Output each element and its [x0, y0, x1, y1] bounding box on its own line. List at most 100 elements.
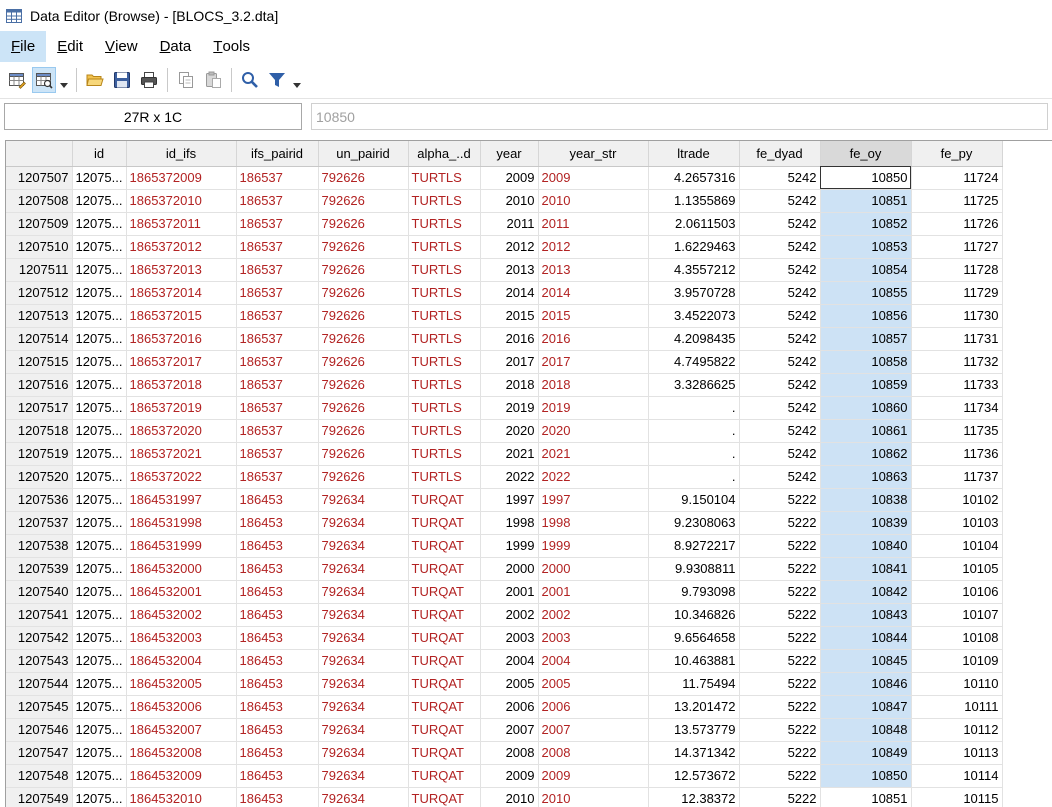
- cell-id-ifs[interactable]: 1864532000: [126, 557, 237, 581]
- cell-alpha-d[interactable]: TURTLS: [408, 419, 481, 443]
- cell-fe-oy[interactable]: 10853: [820, 235, 912, 259]
- cell-un-pairid[interactable]: 792634: [318, 511, 409, 535]
- cell-un-pairid[interactable]: 792626: [318, 258, 409, 282]
- cell-fe-py[interactable]: 11728: [911, 258, 1003, 282]
- cell-ltrade[interactable]: .: [648, 419, 740, 443]
- cell-ltrade[interactable]: 9.9308811: [648, 557, 740, 581]
- cell-value-field[interactable]: 10850: [311, 103, 1048, 130]
- cell-ifs-pairid[interactable]: 186537: [236, 166, 319, 190]
- cell-ltrade[interactable]: 13.573779: [648, 718, 740, 742]
- cell-year[interactable]: 2009: [480, 166, 539, 190]
- cell-year[interactable]: 2010: [480, 787, 539, 807]
- cell-fe-oy[interactable]: 10842: [820, 580, 912, 604]
- cell-un-pairid[interactable]: 792626: [318, 235, 409, 259]
- cell-alpha-d[interactable]: TURTLS: [408, 373, 481, 397]
- cell-id[interactable]: 12075...: [72, 557, 127, 581]
- cell-year-str[interactable]: 2006: [538, 695, 649, 719]
- cell-fe-py[interactable]: 10111: [911, 695, 1003, 719]
- cell-ifs-pairid[interactable]: 186537: [236, 465, 319, 489]
- cell-fe-py[interactable]: 11734: [911, 396, 1003, 420]
- cell-fe-py[interactable]: 11736: [911, 442, 1003, 466]
- cell-id[interactable]: 12075...: [72, 672, 127, 696]
- row-number[interactable]: 1207536: [6, 488, 73, 512]
- cell-id[interactable]: 12075...: [72, 787, 127, 807]
- row-number[interactable]: 1207545: [6, 695, 73, 719]
- cell-alpha-d[interactable]: TURTLS: [408, 350, 481, 374]
- cell-id[interactable]: 12075...: [72, 212, 127, 236]
- cell-fe-py[interactable]: 10106: [911, 580, 1003, 604]
- cell-ifs-pairid[interactable]: 186537: [236, 396, 319, 420]
- cell-alpha-d[interactable]: TURQAT: [408, 580, 481, 604]
- column-header-year-str[interactable]: year_str: [538, 141, 649, 167]
- cell-un-pairid[interactable]: 792626: [318, 189, 409, 213]
- row-number[interactable]: 1207515: [6, 350, 73, 374]
- cell-fe-oy[interactable]: 10848: [820, 718, 912, 742]
- cell-alpha-d[interactable]: TURQAT: [408, 764, 481, 788]
- row-number[interactable]: 1207508: [6, 189, 73, 213]
- cell-fe-py[interactable]: 11730: [911, 304, 1003, 328]
- cell-fe-oy[interactable]: 10858: [820, 350, 912, 374]
- cell-fe-py[interactable]: 10110: [911, 672, 1003, 696]
- cell-id-ifs[interactable]: 1865372018: [126, 373, 237, 397]
- cell-year[interactable]: 2004: [480, 649, 539, 673]
- cell-fe-oy[interactable]: 10851: [820, 189, 912, 213]
- copy-button[interactable]: [174, 67, 198, 93]
- row-number-header[interactable]: [6, 141, 73, 167]
- cell-fe-oy[interactable]: 10860: [820, 396, 912, 420]
- cell-ltrade[interactable]: 2.0611503: [648, 212, 740, 236]
- column-header-fe-py[interactable]: fe_py: [911, 141, 1003, 167]
- cell-fe-oy[interactable]: 10838: [820, 488, 912, 512]
- row-number[interactable]: 1207543: [6, 649, 73, 673]
- cell-year[interactable]: 2002: [480, 603, 539, 627]
- cell-year[interactable]: 2019: [480, 396, 539, 420]
- cell-fe-py[interactable]: 10107: [911, 603, 1003, 627]
- cell-ifs-pairid[interactable]: 186453: [236, 718, 319, 742]
- cell-ifs-pairid[interactable]: 186537: [236, 373, 319, 397]
- cell-fe-oy[interactable]: 10843: [820, 603, 912, 627]
- cell-id[interactable]: 12075...: [72, 235, 127, 259]
- cell-ifs-pairid[interactable]: 186453: [236, 534, 319, 558]
- row-number[interactable]: 1207539: [6, 557, 73, 581]
- cell-ltrade[interactable]: .: [648, 396, 740, 420]
- cell-fe-oy[interactable]: 10846: [820, 672, 912, 696]
- cell-fe-py[interactable]: 11735: [911, 419, 1003, 443]
- data-editor-edit-button[interactable]: [5, 67, 29, 93]
- cell-alpha-d[interactable]: TURQAT: [408, 488, 481, 512]
- cell-alpha-d[interactable]: TURTLS: [408, 304, 481, 328]
- cell-id[interactable]: 12075...: [72, 534, 127, 558]
- row-number[interactable]: 1207509: [6, 212, 73, 236]
- cell-ltrade[interactable]: 13.201472: [648, 695, 740, 719]
- cell-year-str[interactable]: 2010: [538, 189, 649, 213]
- cell-alpha-d[interactable]: TURQAT: [408, 672, 481, 696]
- cell-fe-py[interactable]: 11729: [911, 281, 1003, 305]
- cell-fe-oy[interactable]: 10849: [820, 741, 912, 765]
- cell-un-pairid[interactable]: 792626: [318, 327, 409, 351]
- cell-ltrade[interactable]: 8.9272217: [648, 534, 740, 558]
- cell-fe-py[interactable]: 10104: [911, 534, 1003, 558]
- cell-year[interactable]: 2015: [480, 304, 539, 328]
- column-header-alpha-d[interactable]: alpha_..d: [408, 141, 481, 167]
- cell-id-ifs[interactable]: 1865372014: [126, 281, 237, 305]
- cell-ltrade[interactable]: 1.1355869: [648, 189, 740, 213]
- cell-id-ifs[interactable]: 1865372020: [126, 419, 237, 443]
- cell-alpha-d[interactable]: TURQAT: [408, 718, 481, 742]
- print-button[interactable]: [137, 67, 161, 93]
- cell-id[interactable]: 12075...: [72, 419, 127, 443]
- cell-un-pairid[interactable]: 792634: [318, 488, 409, 512]
- cell-ifs-pairid[interactable]: 186537: [236, 442, 319, 466]
- cell-id-ifs[interactable]: 1865372011: [126, 212, 237, 236]
- cell-year-str[interactable]: 2012: [538, 235, 649, 259]
- row-number[interactable]: 1207549: [6, 787, 73, 807]
- cell-un-pairid[interactable]: 792626: [318, 281, 409, 305]
- cell-id[interactable]: 12075...: [72, 741, 127, 765]
- cell-ifs-pairid[interactable]: 186537: [236, 212, 319, 236]
- cell-id[interactable]: 12075...: [72, 281, 127, 305]
- cell-ifs-pairid[interactable]: 186453: [236, 580, 319, 604]
- cell-id[interactable]: 12075...: [72, 718, 127, 742]
- cell-un-pairid[interactable]: 792634: [318, 787, 409, 807]
- cell-year[interactable]: 2011: [480, 212, 539, 236]
- cell-ifs-pairid[interactable]: 186537: [236, 258, 319, 282]
- browse-dropdown-button[interactable]: [59, 67, 69, 93]
- column-header-ltrade[interactable]: ltrade: [648, 141, 740, 167]
- cell-year[interactable]: 2007: [480, 718, 539, 742]
